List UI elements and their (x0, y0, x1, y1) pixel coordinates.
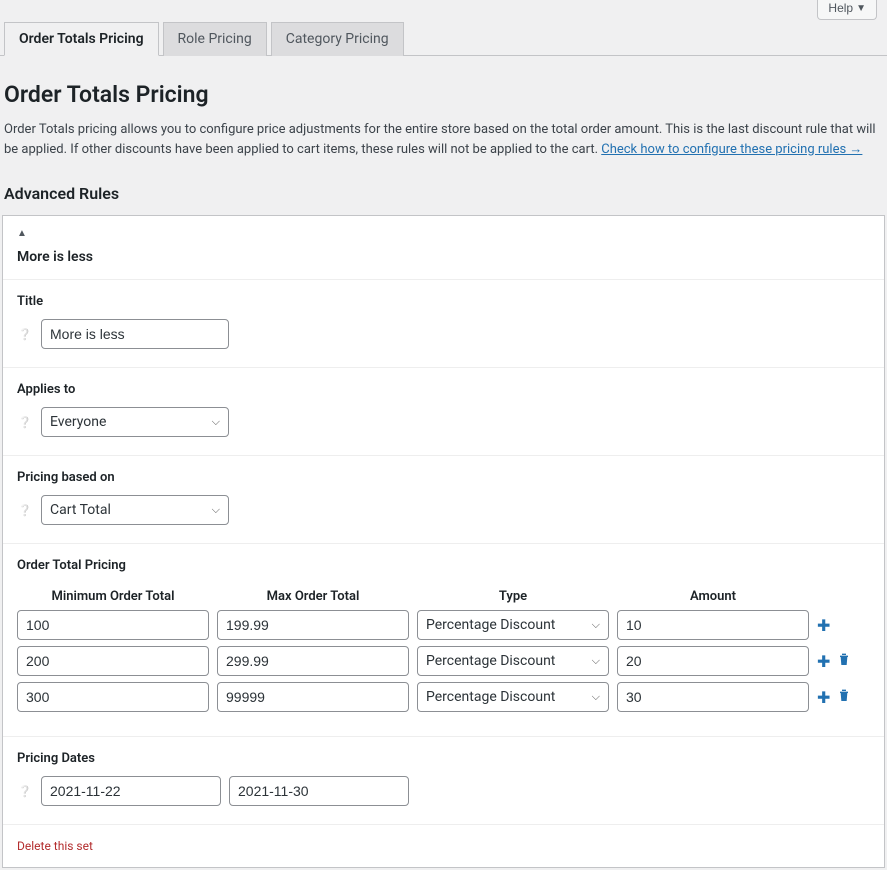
header-max: Max Order Total (217, 589, 409, 604)
add-row-icon[interactable]: ✚ (817, 652, 830, 671)
help-icon[interactable] (17, 327, 33, 342)
rule-name: More is less (3, 243, 884, 279)
help-icon[interactable] (17, 415, 33, 430)
chevron-down-icon: ⌵ (212, 503, 220, 517)
help-button[interactable]: Help ▼ (817, 0, 877, 20)
chevron-down-icon: ⌵ (212, 415, 220, 429)
chevron-down-icon: ⌵ (592, 690, 600, 704)
help-button-label: Help (828, 1, 853, 15)
help-icon[interactable] (17, 784, 33, 799)
page-description: Order Totals pricing allows you to confi… (4, 120, 883, 159)
max-order-input[interactable] (217, 682, 409, 712)
applies-to-select[interactable]: Everyone ⌵ (41, 407, 229, 437)
pricing-based-on-select[interactable]: Cart Total ⌵ (41, 495, 229, 525)
order-total-pricing-label: Order Total Pricing (17, 558, 870, 573)
min-order-input[interactable] (17, 682, 209, 712)
pricing-row: Percentage Discount⌵ ✚ (17, 610, 870, 640)
delete-row-icon[interactable] (836, 651, 852, 671)
pricing-based-on-label: Pricing based on (17, 470, 870, 485)
title-label: Title (17, 294, 870, 309)
type-select[interactable]: Percentage Discount⌵ (417, 646, 609, 676)
chevron-down-icon: ⌵ (592, 618, 600, 632)
date-from-input[interactable] (41, 776, 221, 806)
max-order-input[interactable] (217, 610, 409, 640)
add-row-icon[interactable]: ✚ (817, 688, 830, 707)
type-select[interactable]: Percentage Discount⌵ (417, 682, 609, 712)
min-order-input[interactable] (17, 646, 209, 676)
page-title: Order Totals Pricing (4, 81, 885, 108)
caret-up-icon: ▲ (17, 228, 27, 239)
amount-input[interactable] (617, 646, 809, 676)
tab-role-pricing[interactable]: Role Pricing (163, 22, 267, 56)
amount-input[interactable] (617, 682, 809, 712)
pricing-row: Percentage Discount⌵ ✚ (17, 682, 870, 712)
help-icon[interactable] (17, 503, 33, 518)
chevron-down-icon: ⌵ (592, 654, 600, 668)
delete-row-icon[interactable] (836, 687, 852, 707)
delete-set-link[interactable]: Delete this set (3, 824, 884, 867)
rules-panel: ▲ More is less Title Applies to Everyone… (2, 215, 885, 868)
pricing-table: Minimum Order Total Max Order Total Type… (17, 583, 870, 712)
applies-to-label: Applies to (17, 382, 870, 397)
tab-order-totals[interactable]: Order Totals Pricing (4, 22, 159, 56)
pricing-dates-label: Pricing Dates (17, 751, 870, 766)
tabs-nav: Order Totals Pricing Role Pricing Catego… (0, 22, 887, 56)
date-to-input[interactable] (229, 776, 409, 806)
max-order-input[interactable] (217, 646, 409, 676)
add-row-icon[interactable]: ✚ (817, 616, 830, 635)
tab-category-pricing[interactable]: Category Pricing (271, 22, 404, 56)
pricing-row: Percentage Discount⌵ ✚ (17, 646, 870, 676)
caret-down-icon: ▼ (856, 3, 866, 14)
min-order-input[interactable] (17, 610, 209, 640)
header-amount: Amount (617, 589, 809, 604)
header-type: Type (417, 589, 609, 604)
toggle-rule-button[interactable]: ▲ (3, 216, 884, 243)
section-title: Advanced Rules (4, 184, 885, 203)
type-select[interactable]: Percentage Discount⌵ (417, 610, 609, 640)
help-link[interactable]: Check how to configure these pricing rul… (601, 142, 862, 157)
amount-input[interactable] (617, 610, 809, 640)
header-min: Minimum Order Total (17, 589, 209, 604)
title-input[interactable] (41, 319, 229, 349)
